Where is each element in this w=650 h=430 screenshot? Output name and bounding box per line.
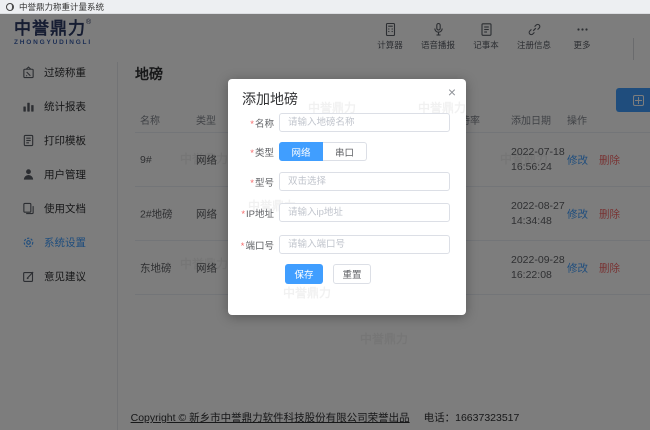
ip-label: *IP地址	[228, 206, 274, 220]
form-row-port: *端口号	[228, 235, 466, 254]
app-window: 中誉鼎力称重计量系统 中誉鼎力® ZHONGYUDINGLI 计算器 语音播报	[0, 0, 650, 430]
type-option-serial[interactable]: 串口	[323, 142, 367, 161]
save-button[interactable]: 保存	[285, 264, 323, 284]
form-row-type: *类型 网络 串口	[228, 142, 466, 161]
model-input[interactable]	[279, 172, 450, 191]
form-row-ip: *IP地址	[228, 203, 466, 222]
required-mark: *	[250, 148, 254, 159]
app-icon	[6, 3, 14, 11]
add-weighbridge-dialog: 中誉鼎力 中誉鼎力 中誉鼎力 中誉鼎力 中誉鼎力 添加地磅 × *名称 *类型 …	[228, 79, 466, 315]
watermark-text: 中誉鼎力	[283, 284, 331, 301]
port-input[interactable]	[279, 235, 450, 254]
port-label: *端口号	[228, 238, 274, 252]
window-titlebar: 中誉鼎力称重计量系统	[0, 0, 650, 14]
name-label: *名称	[228, 116, 274, 130]
type-option-network[interactable]: 网络	[279, 142, 323, 161]
close-icon[interactable]: ×	[448, 84, 456, 100]
form-row-model: *型号	[228, 172, 466, 191]
ip-input[interactable]	[279, 203, 450, 222]
form-row-name: *名称	[228, 113, 466, 132]
name-input[interactable]	[279, 113, 450, 132]
required-mark: *	[241, 241, 245, 252]
reset-button[interactable]: 重置	[333, 264, 371, 284]
dialog-buttons: 保存 重置	[228, 264, 466, 284]
dialog-title: 添加地磅	[242, 89, 298, 109]
type-label: *类型	[228, 145, 274, 159]
type-toggle-group: 网络 串口	[279, 142, 367, 161]
required-mark: *	[241, 209, 245, 220]
model-label: *型号	[228, 175, 274, 189]
window-title: 中誉鼎力称重计量系统	[19, 1, 104, 13]
required-mark: *	[250, 119, 254, 130]
required-mark: *	[250, 178, 254, 189]
